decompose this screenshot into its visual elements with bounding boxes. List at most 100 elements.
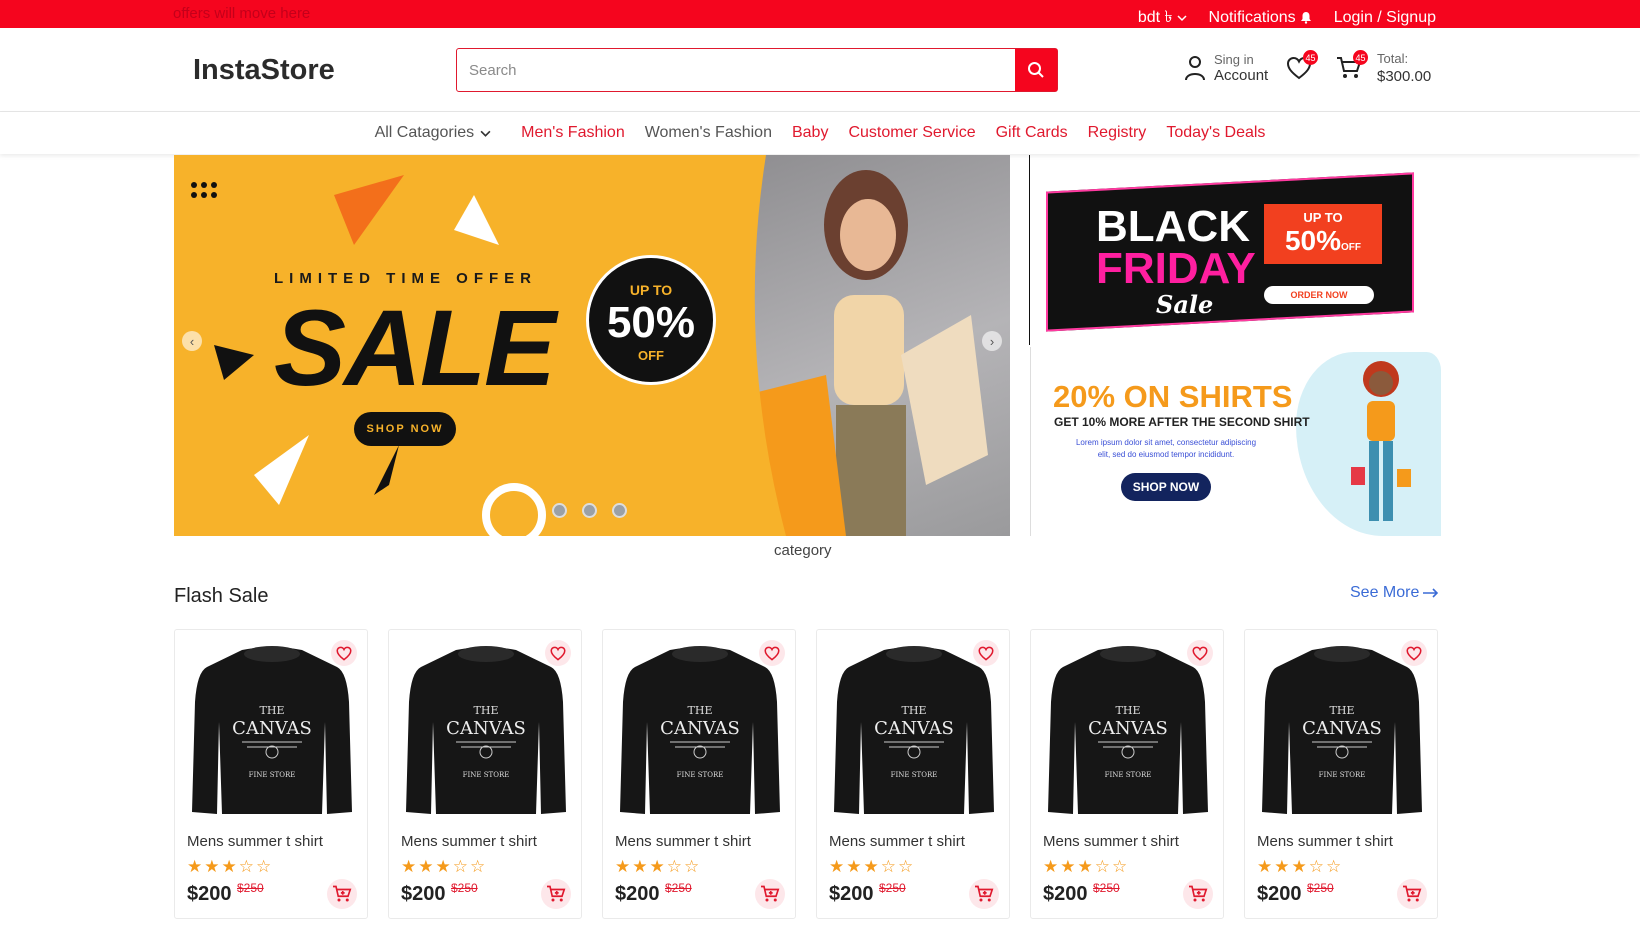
carousel-dot-2[interactable] xyxy=(582,503,597,518)
search-input[interactable] xyxy=(457,49,1015,91)
all-categories-dropdown[interactable]: All Catagories xyxy=(375,124,492,142)
add-to-cart-button[interactable] xyxy=(755,879,785,909)
add-to-wishlist-button[interactable] xyxy=(1401,640,1427,666)
wishlist-button[interactable]: 45 xyxy=(1286,50,1318,85)
add-to-wishlist-button[interactable] xyxy=(759,640,785,666)
star-empty-icon: ☆ xyxy=(470,857,488,876)
black-friday-banner[interactable]: BLACK FRIDAY Sale UP TO 50%OFF ORDER NOW xyxy=(1036,162,1436,337)
add-to-wishlist-button[interactable] xyxy=(545,640,571,666)
cart-button[interactable]: 45 xyxy=(1336,50,1368,85)
sweatshirt-image: THE CANVAS FINE STORE xyxy=(406,646,566,814)
add-to-wishlist-button[interactable] xyxy=(331,640,357,666)
product-card-2[interactable]: THE CANVAS FINE STORE Mens summer t shir… xyxy=(388,629,582,919)
shirts-shop-now-button[interactable]: SHOP NOW xyxy=(1121,473,1211,501)
product-card-4[interactable]: THE CANVAS FINE STORE Mens summer t shir… xyxy=(816,629,1010,919)
logo[interactable]: InstaStore xyxy=(193,54,335,87)
svg-text:CANVAS: CANVAS xyxy=(446,718,526,739)
heart-icon xyxy=(1192,646,1208,661)
add-to-wishlist-button[interactable] xyxy=(1187,640,1213,666)
svg-text:FINE STORE: FINE STORE xyxy=(1105,771,1152,779)
banner-divider xyxy=(1029,155,1030,345)
nav-item-customer-service[interactable]: Customer Service xyxy=(848,124,975,142)
product-price: $200 xyxy=(829,883,874,905)
nav-item-baby[interactable]: Baby xyxy=(792,124,828,142)
add-to-cart-button[interactable] xyxy=(969,879,999,909)
total-label: Total: xyxy=(1377,51,1409,66)
cart-count-badge: 45 xyxy=(1353,50,1368,65)
nav-item-womens-fashion[interactable]: Women's Fashion xyxy=(645,124,772,142)
star-filled-icon: ★ xyxy=(221,857,239,876)
svg-text:CANVAS: CANVAS xyxy=(1088,718,1168,739)
hero-discount-badge: UP TO 50% OFF xyxy=(586,255,716,385)
chevron-down-icon xyxy=(480,130,491,137)
product-card-5[interactable]: THE CANVAS FINE STORE Mens summer t shir… xyxy=(1030,629,1224,919)
star-filled-icon: ★ xyxy=(204,857,222,876)
nav-item-gift-cards[interactable]: Gift Cards xyxy=(996,124,1068,142)
currency-label: bdt ৳ xyxy=(1137,9,1173,26)
svg-text:THE: THE xyxy=(902,704,927,717)
product-old-price: $250 xyxy=(237,881,264,895)
cart-icon xyxy=(761,885,780,902)
star-empty-icon: ☆ xyxy=(898,857,916,876)
nav-item-todays-deals[interactable]: Today's Deals xyxy=(1166,124,1265,142)
add-to-wishlist-button[interactable] xyxy=(973,640,999,666)
hero-model-photo xyxy=(726,155,1010,536)
product-name[interactable]: Mens summer t shirt xyxy=(615,833,751,850)
offers-ticker: offers will move here xyxy=(173,5,311,22)
svg-text:CANVAS: CANVAS xyxy=(1302,718,1382,739)
product-rating: ★★★☆☆ xyxy=(615,857,701,877)
account-link[interactable]: Sing in Account xyxy=(1184,52,1268,84)
arrow-right-icon xyxy=(1423,588,1439,598)
hero-shop-now-button[interactable]: SHOP NOW xyxy=(354,412,456,446)
nav-item-registry[interactable]: Registry xyxy=(1088,124,1147,142)
login-signup-link[interactable]: Login / Signup xyxy=(1334,9,1436,27)
product-old-price: $250 xyxy=(879,881,906,895)
sweatshirt-image: THE CANVAS FINE STORE xyxy=(834,646,994,814)
product-old-price: $250 xyxy=(665,881,692,895)
product-rating: ★★★☆☆ xyxy=(187,857,273,877)
currency-selector[interactable]: bdt ৳ xyxy=(1138,4,1187,31)
product-rating: ★★★☆☆ xyxy=(1257,857,1343,877)
cart-icon xyxy=(1189,885,1208,902)
cart-total: Total: $300.00 xyxy=(1377,51,1431,85)
bell-icon xyxy=(1300,12,1311,24)
carousel-dot-1[interactable] xyxy=(552,503,567,518)
notifications-link[interactable]: Notifications xyxy=(1209,9,1312,27)
svg-text:FINE STORE: FINE STORE xyxy=(677,771,724,779)
bf-order-now-button[interactable]: ORDER NOW xyxy=(1264,286,1374,304)
star-empty-icon: ☆ xyxy=(238,857,256,876)
see-more-link[interactable]: See More xyxy=(1350,584,1439,602)
hero-sale-text: SALE xyxy=(274,287,556,408)
product-name[interactable]: Mens summer t shirt xyxy=(829,833,965,850)
heart-icon xyxy=(1406,646,1422,661)
badge-off: OFF xyxy=(638,348,664,363)
add-to-cart-button[interactable] xyxy=(1183,879,1213,909)
star-empty-icon: ☆ xyxy=(1112,857,1130,876)
carousel-next-button[interactable]: › xyxy=(982,331,1002,351)
search-button[interactable] xyxy=(1015,49,1057,91)
product-name[interactable]: Mens summer t shirt xyxy=(187,833,323,850)
product-name[interactable]: Mens summer t shirt xyxy=(401,833,537,850)
search-bar xyxy=(456,48,1058,92)
product-name[interactable]: Mens summer t shirt xyxy=(1043,833,1179,850)
star-filled-icon: ★ xyxy=(615,857,633,876)
bf-sale-script: Sale xyxy=(1156,290,1214,319)
add-to-cart-button[interactable] xyxy=(1397,879,1427,909)
shirts-promo-banner[interactable]: 20% ON SHIRTS GET 10% MORE AFTER THE SEC… xyxy=(1030,347,1441,536)
shirts-headline: 20% ON SHIRTS xyxy=(1053,379,1293,414)
product-card-1[interactable]: THE CANVAS FINE STORE Mens summer t shir… xyxy=(174,629,368,919)
product-image: THE CANVAS FINE STORE xyxy=(1041,642,1215,817)
product-name[interactable]: Mens summer t shirt xyxy=(1257,833,1393,850)
shirts-subheadline: GET 10% MORE AFTER THE SECOND SHIRT xyxy=(1054,415,1310,429)
carousel-dot-3[interactable] xyxy=(612,503,627,518)
notifications-label: Notifications xyxy=(1208,8,1296,26)
add-to-cart-button[interactable] xyxy=(541,879,571,909)
product-price: $200 xyxy=(615,883,660,905)
add-to-cart-button[interactable] xyxy=(327,879,357,909)
carousel-prev-button[interactable]: ‹ xyxy=(182,331,202,351)
star-empty-icon: ☆ xyxy=(452,857,470,876)
product-card-3[interactable]: THE CANVAS FINE STORE Mens summer t shir… xyxy=(602,629,796,919)
hero-carousel[interactable]: LIMITED TIME OFFER SALE SHOP NOW UP TO 5… xyxy=(174,155,1010,536)
nav-item-mens-fashion[interactable]: Men's Fashion xyxy=(521,124,625,142)
product-card-6[interactable]: THE CANVAS FINE STORE Mens summer t shir… xyxy=(1244,629,1438,919)
